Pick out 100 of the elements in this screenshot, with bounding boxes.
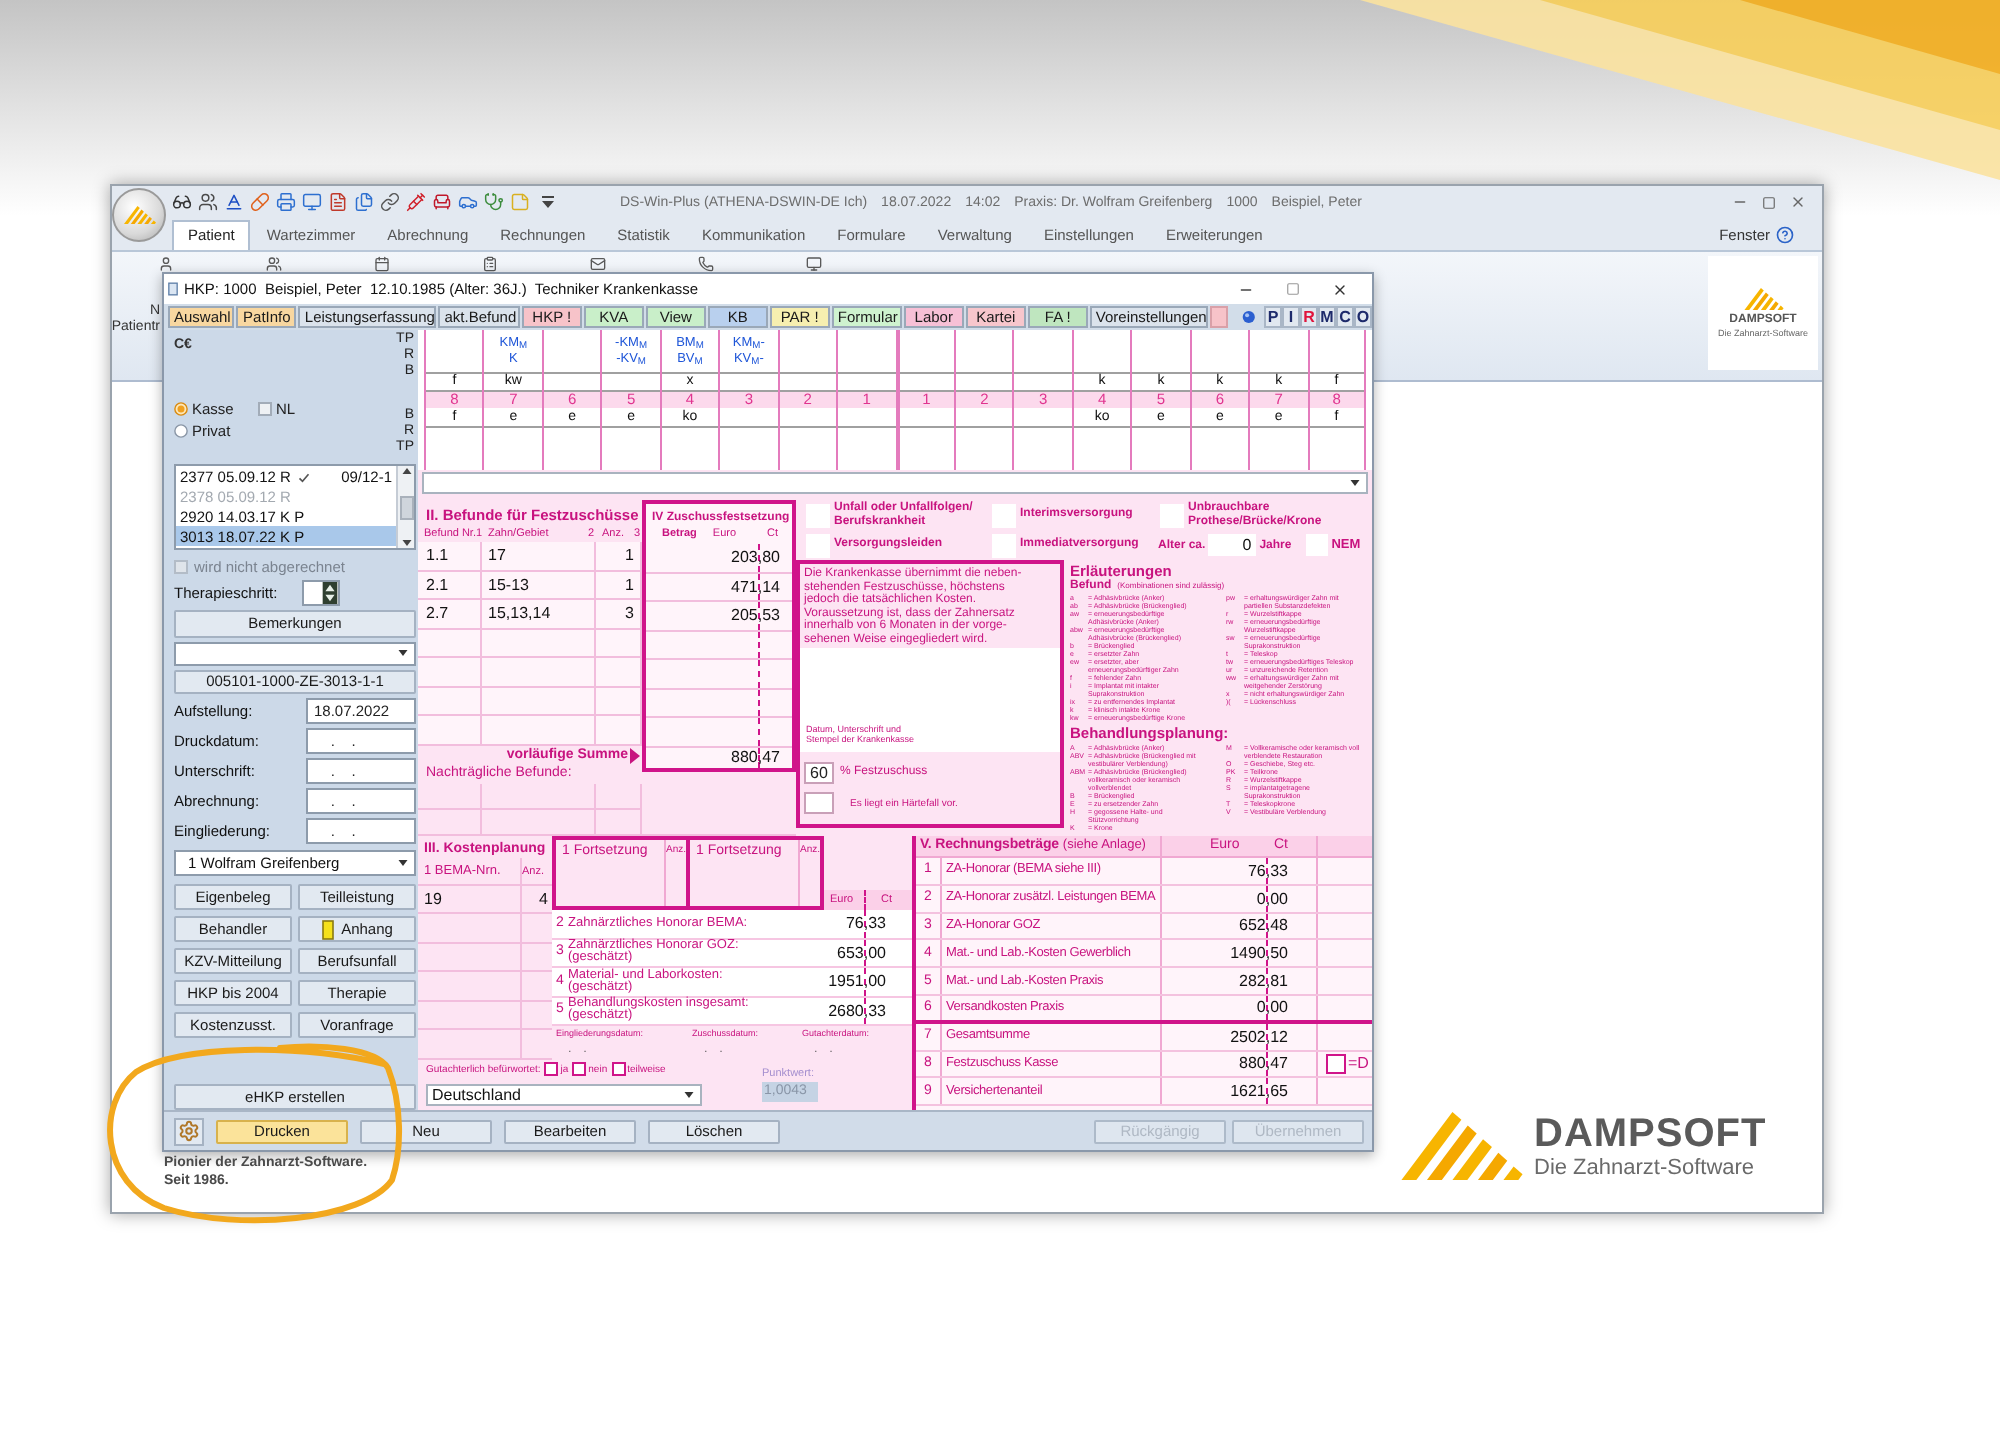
users-icon[interactable]: [266, 256, 282, 272]
checkbox[interactable]: [1305, 534, 1328, 556]
checkbox[interactable]: [572, 1062, 587, 1076]
dropdown[interactable]: [174, 641, 416, 666]
check-icon: [298, 471, 311, 484]
table-cell: [482, 716, 596, 745]
letter-button[interactable]: P: [1264, 306, 1283, 328]
table-cell: [418, 809, 482, 836]
monitor-icon[interactable]: [806, 256, 822, 272]
amount: 76,33: [845, 914, 886, 933]
amount: 880,47: [731, 748, 780, 766]
table-cell: 4: [539, 890, 548, 908]
checkbox[interactable]: [258, 402, 272, 416]
window-icon: [168, 282, 178, 296]
calendar-icon[interactable]: [374, 256, 390, 272]
amount: 880,47: [1239, 1054, 1288, 1073]
stethoscope-icon[interactable]: [484, 192, 504, 212]
document-icon[interactable]: [328, 192, 348, 212]
link-icon[interactable]: [380, 192, 400, 212]
checkbox[interactable]: [1326, 1053, 1346, 1074]
close-icon[interactable]: [1332, 281, 1348, 297]
checkbox[interactable]: [992, 503, 1016, 527]
checkbox[interactable]: [806, 533, 830, 557]
amount: 0,00: [1256, 998, 1288, 1017]
logo-icon: [1743, 287, 1783, 309]
maximize-icon[interactable]: [1762, 195, 1776, 209]
checkbox[interactable]: [804, 792, 834, 814]
amount: 471,14: [731, 577, 780, 596]
checkbox[interactable]: [806, 503, 830, 527]
printer-icon[interactable]: [276, 192, 296, 212]
pill-icon[interactable]: [250, 192, 270, 212]
amount: 653,00: [837, 943, 886, 962]
brand-logo-icon: [1400, 1112, 1524, 1180]
table-cell: [418, 1001, 522, 1031]
mail-icon[interactable]: [590, 256, 606, 272]
maximize-icon[interactable]: [1286, 282, 1300, 296]
scroll-down-icon[interactable]: [401, 540, 411, 546]
car-icon[interactable]: [458, 192, 478, 212]
table-cell: [482, 809, 596, 836]
step-spinner[interactable]: [301, 580, 340, 606]
files-icon[interactable]: [354, 192, 374, 212]
country-dropdown[interactable]: Deutschland: [426, 1084, 702, 1106]
table-cell: 1.1: [426, 546, 449, 565]
amount: 203,80: [731, 548, 780, 567]
age-field[interactable]: 0: [1207, 534, 1256, 556]
table-cell: 17: [488, 546, 506, 565]
monitor-icon[interactable]: [302, 192, 322, 212]
amount: 1951,00: [828, 972, 886, 991]
customize-caret-icon[interactable]: [542, 196, 554, 208]
table-cell: [418, 943, 522, 973]
table-cell: 3: [625, 604, 634, 623]
scroll-up-icon[interactable]: [401, 468, 411, 474]
table-cell: 1: [625, 575, 634, 594]
letter-button[interactable]: C: [1336, 306, 1355, 328]
help-icon[interactable]: [1776, 225, 1794, 243]
amount: 76,33: [1247, 861, 1288, 880]
caret-icon: [398, 650, 408, 657]
letter-button[interactable]: M: [1318, 306, 1337, 328]
amount: 282,81: [1239, 972, 1288, 991]
stripes-logo-icon: [123, 206, 155, 224]
radio-icon[interactable]: [174, 402, 188, 416]
table-cell: 19: [424, 890, 442, 908]
spinner-arrows-icon[interactable]: [321, 582, 338, 604]
syringe-icon[interactable]: [406, 192, 426, 212]
armchair-icon[interactable]: [432, 192, 452, 212]
amount: 205,53: [731, 606, 780, 625]
percent-field[interactable]: 60: [804, 762, 834, 784]
sphere-icon[interactable]: [1242, 310, 1257, 324]
brand-name: DAMPSOFT: [1534, 1112, 1767, 1156]
table-cell: [596, 783, 642, 810]
table-cell: [418, 783, 482, 810]
scroll-thumb[interactable]: [399, 495, 413, 519]
table-cell: 1: [625, 546, 634, 565]
letter-button[interactable]: R: [1300, 306, 1319, 328]
amount: 1621,65: [1230, 1082, 1288, 1101]
font-icon[interactable]: [224, 192, 244, 212]
table-cell: 15,13,14: [488, 604, 551, 623]
checkbox[interactable]: [1160, 503, 1184, 527]
note-icon: [321, 919, 334, 940]
radio-icon[interactable]: [174, 424, 188, 438]
clipboard-icon[interactable]: [482, 256, 498, 272]
checkbox[interactable]: [611, 1062, 626, 1076]
checkbox[interactable]: [544, 1062, 559, 1076]
phone-icon[interactable]: [698, 256, 714, 272]
scrollbar[interactable]: [396, 466, 414, 548]
table-cell: 2.1: [426, 575, 449, 594]
amount: 2680,33: [828, 1001, 886, 1020]
users-icon[interactable]: [198, 192, 218, 212]
caret-icon: [398, 860, 408, 867]
letter-button[interactable]: I: [1282, 306, 1301, 328]
caret-icon: [684, 1092, 694, 1098]
amount: 0,00: [1256, 889, 1288, 908]
user-icon[interactable]: [158, 256, 174, 272]
brand-tagline: Die Zahnarzt-Software: [1534, 1156, 1757, 1180]
settings-button[interactable]: [174, 1117, 204, 1145]
checkbox[interactable]: [992, 533, 1016, 557]
amount: 1490,50: [1230, 944, 1288, 963]
glasses-icon[interactable]: [172, 192, 192, 212]
letter-button[interactable]: O: [1354, 306, 1373, 328]
checkbox-option[interactable]: =D: [1318, 1053, 1369, 1074]
